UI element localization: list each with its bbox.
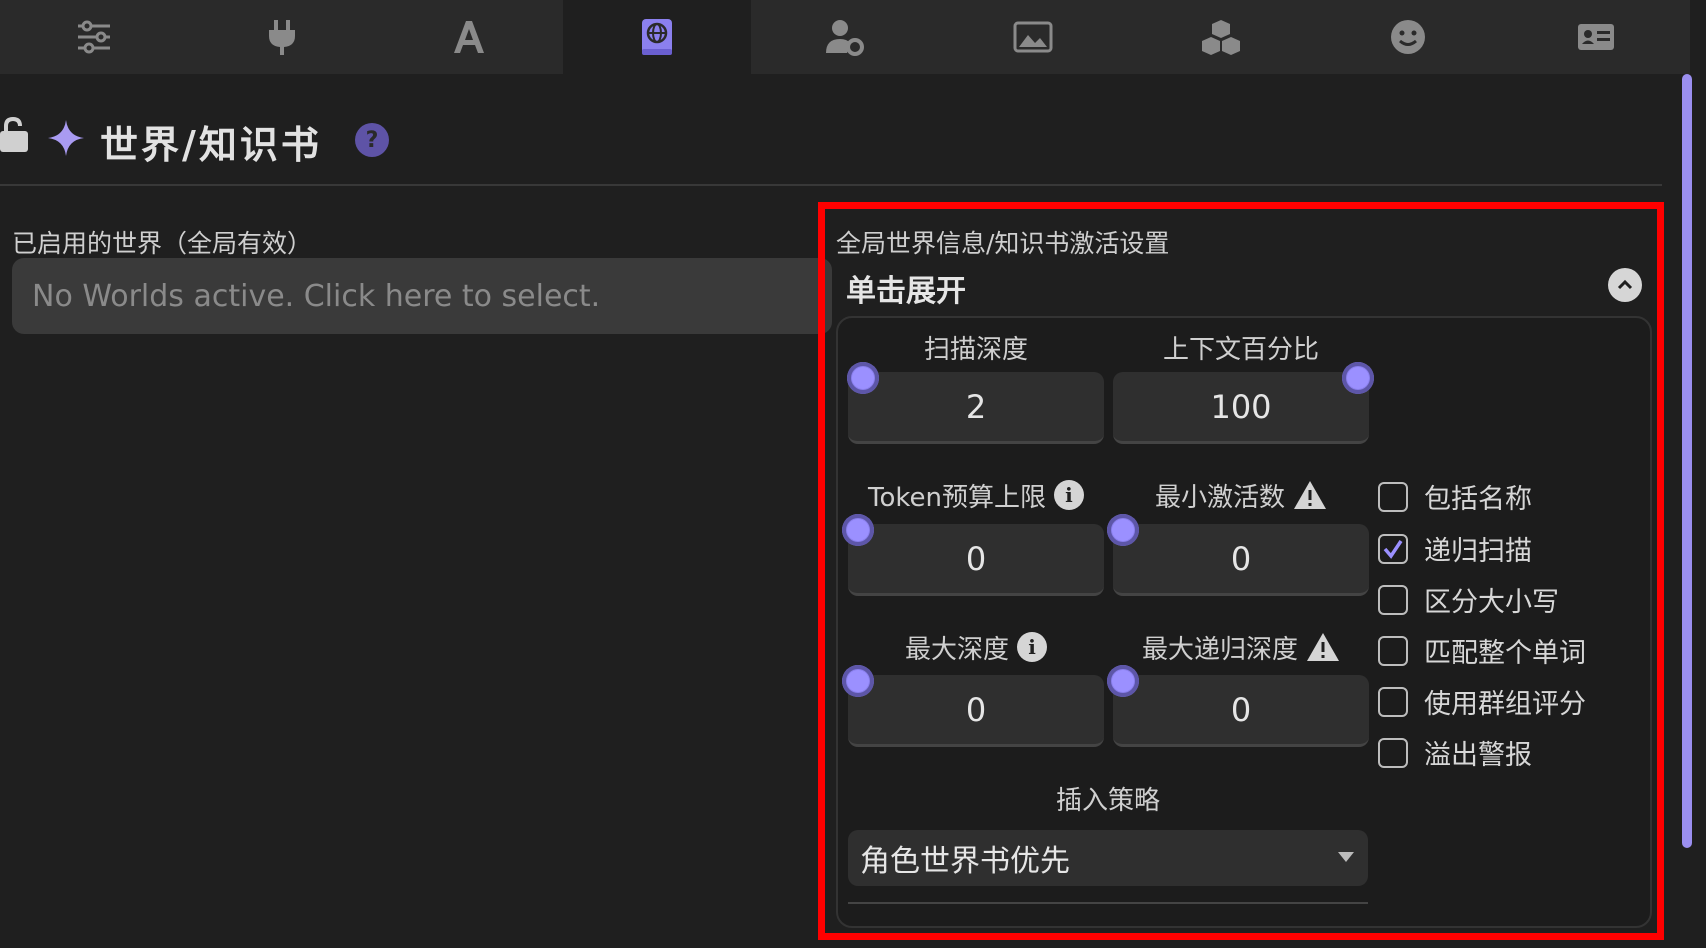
tab-extensions[interactable]: [1127, 0, 1315, 74]
page-title: 世界/知识书: [100, 123, 322, 167]
checkbox-box[interactable]: [1378, 533, 1408, 564]
max-depth-input[interactable]: 0: [848, 675, 1104, 747]
tab-characters[interactable]: [1502, 0, 1690, 74]
unlock-icon[interactable]: [0, 116, 30, 152]
cubes-icon: [1201, 20, 1240, 55]
checkbox-overflow-alert[interactable]: 溢出警报: [1378, 733, 1532, 772]
sliders-icon: [77, 20, 110, 54]
token-budget-slider-handle[interactable]: [842, 514, 874, 546]
context-percent-slider-handle[interactable]: [1342, 362, 1374, 394]
checkbox-box[interactable]: [1378, 584, 1408, 615]
caret-down-icon: [1338, 852, 1354, 862]
insertion-strategy-label: 插入策略: [1055, 786, 1160, 816]
context-percent-input[interactable]: 100: [1113, 372, 1369, 444]
scan-depth-label: 扫描深度: [923, 334, 1028, 365]
max-recursion-input[interactable]: 0: [1113, 675, 1369, 747]
max-recursion-label: 最大递归深度: [1113, 628, 1369, 666]
min-activations-slider-handle[interactable]: [1107, 514, 1139, 546]
tab-backgrounds[interactable]: [939, 0, 1127, 74]
token-budget-input[interactable]: 0: [848, 524, 1104, 596]
info-icon[interactable]: i: [1017, 632, 1047, 662]
tab-ai-response-config[interactable]: [0, 0, 188, 74]
plug-icon: [268, 20, 295, 55]
checkbox-box[interactable]: [1378, 737, 1408, 768]
activation-settings-title: 全局世界信息/知识书激活设置: [836, 229, 1170, 258]
scan-depth-slider-handle[interactable]: [847, 362, 879, 394]
sparkle-icon: [48, 120, 84, 156]
checkbox-box[interactable]: [1378, 635, 1408, 666]
globe-book-icon: [642, 19, 673, 55]
token-budget-label: Token预算上限 i: [848, 476, 1104, 514]
context-percent-label: 上下文百分比: [1162, 334, 1319, 365]
image-icon: [1013, 21, 1053, 53]
active-worlds-label: 已启用的世界（全局有效）: [12, 229, 313, 258]
warning-icon[interactable]: [1293, 480, 1327, 510]
active-worlds-select[interactable]: No Worlds active. Click here to select.: [12, 258, 832, 334]
tab-user-settings[interactable]: [751, 0, 939, 74]
smile-icon: [1391, 20, 1426, 54]
checkmark-icon: [1383, 539, 1403, 559]
checkbox-case-sensitive[interactable]: 区分大小写: [1378, 580, 1559, 619]
strategy-underline: [848, 902, 1368, 904]
user-gear-icon: [826, 20, 865, 56]
scan-depth-input[interactable]: 2: [848, 372, 1104, 444]
checkbox-box[interactable]: [1378, 686, 1408, 717]
tab-world-info[interactable]: [563, 0, 752, 74]
top-tab-bar: [0, 0, 1690, 74]
font-icon: [454, 21, 485, 53]
chevron-up-icon: [1617, 279, 1633, 290]
checkbox-group-scoring[interactable]: 使用群组评分: [1378, 682, 1586, 721]
scrollbar[interactable]: [1682, 74, 1692, 848]
info-icon[interactable]: i: [1053, 480, 1084, 510]
checkbox-include-names[interactable]: 包括名称: [1378, 477, 1532, 516]
checkbox-match-whole-words[interactable]: 匹配整个单词: [1378, 631, 1586, 670]
min-activations-label: 最小激活数: [1113, 476, 1369, 514]
tab-api-connections[interactable]: [188, 0, 376, 74]
max-depth-slider-handle[interactable]: [842, 665, 874, 697]
max-depth-label: 最大深度 i: [848, 628, 1104, 666]
min-activations-input[interactable]: 0: [1113, 524, 1369, 596]
help-icon[interactable]: ?: [355, 123, 389, 157]
tab-persona[interactable]: [1314, 0, 1502, 74]
max-recursion-slider-handle[interactable]: [1107, 665, 1139, 697]
checkbox-recursive-scan[interactable]: 递归扫描: [1378, 529, 1532, 568]
tab-advanced-formatting[interactable]: [376, 0, 564, 74]
insertion-strategy-select[interactable]: 角色世界书优先: [848, 830, 1368, 886]
expand-toggle-label[interactable]: 单击展开: [846, 266, 966, 310]
collapse-button[interactable]: [1608, 268, 1642, 302]
id-card-icon: [1578, 24, 1615, 50]
checkbox-box[interactable]: [1378, 481, 1408, 512]
warning-icon[interactable]: [1306, 632, 1340, 662]
header-divider: [0, 184, 1662, 186]
